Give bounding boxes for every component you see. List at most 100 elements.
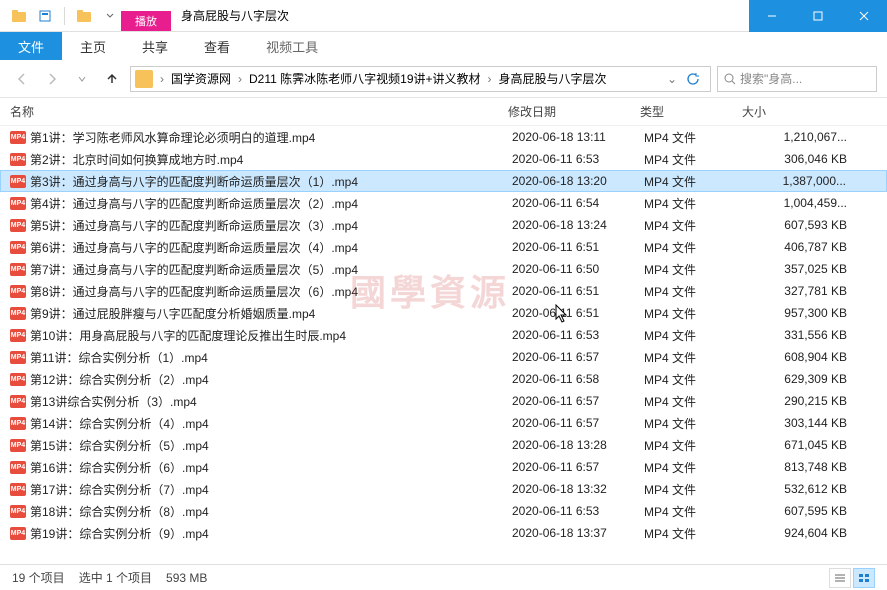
status-selection: 选中 1 个项目 [79, 569, 152, 586]
history-dropdown-icon[interactable]: ⌄ [664, 72, 680, 86]
file-date: 2020-06-18 13:32 [512, 482, 644, 496]
file-row[interactable]: MP4第7讲：通过身高与八字的匹配度判断命运质量层次（5）.mp42020-06… [0, 258, 887, 280]
file-name: 第16讲：综合实例分析（6）.mp4 [30, 459, 512, 476]
file-size: 406,787 KB [746, 240, 887, 254]
file-row[interactable]: MP4第10讲：用身高屁股与八字的匹配度理论反推出生时辰.mp42020-06-… [0, 324, 887, 346]
properties-icon[interactable] [34, 5, 56, 27]
thumbnails-view-button[interactable] [853, 568, 875, 588]
contextual-tab-group: 播放 [121, 0, 171, 31]
file-row[interactable]: MP4第1讲：学习陈老师风水算命理论必须明白的道理.mp42020-06-18 … [0, 126, 887, 148]
back-button[interactable] [10, 67, 34, 91]
file-row[interactable]: MP4第8讲：通过身高与八字的匹配度判断命运质量层次（6）.mp42020-06… [0, 280, 887, 302]
file-date: 2020-06-11 6:51 [512, 284, 644, 298]
file-size: 671,045 KB [746, 438, 887, 452]
file-list[interactable]: MP4第1讲：学习陈老师风水算命理论必须明白的道理.mp42020-06-18 … [0, 126, 887, 544]
file-row[interactable]: MP4第11讲：综合实例分析（1）.mp42020-06-11 6:57MP4 … [0, 346, 887, 368]
contextual-tab-label: 播放 [121, 11, 171, 31]
folder-icon [135, 70, 153, 88]
ribbon-tabs: 文件 主页 共享 查看 视频工具 [0, 32, 887, 60]
file-row[interactable]: MP4第12讲：综合实例分析（2）.mp42020-06-11 6:58MP4 … [0, 368, 887, 390]
up-button[interactable] [100, 67, 124, 91]
maximize-button[interactable] [795, 0, 841, 32]
file-row[interactable]: MP4第17讲：综合实例分析（7）.mp42020-06-18 13:32MP4… [0, 478, 887, 500]
file-type: MP4 文件 [644, 525, 746, 542]
details-view-button[interactable] [829, 568, 851, 588]
mp4-icon: MP4 [10, 307, 26, 320]
file-date: 2020-06-18 13:28 [512, 438, 644, 452]
file-type: MP4 文件 [644, 349, 746, 366]
file-row[interactable]: MP4第19讲：综合实例分析（9）.mp42020-06-18 13:37MP4… [0, 522, 887, 544]
file-row[interactable]: MP4第3讲：通过身高与八字的匹配度判断命运质量层次（1）.mp42020-06… [0, 170, 887, 192]
file-row[interactable]: MP4第5讲：通过身高与八字的匹配度判断命运质量层次（3）.mp42020-06… [0, 214, 887, 236]
file-row[interactable]: MP4第14讲：综合实例分析（4）.mp42020-06-11 6:57MP4 … [0, 412, 887, 434]
file-type: MP4 文件 [644, 459, 746, 476]
status-size: 593 MB [166, 571, 207, 585]
file-type: MP4 文件 [644, 261, 746, 278]
file-row[interactable]: MP4第9讲：通过屁股胖瘦与八字匹配度分析婚姻质量.mp42020-06-11 … [0, 302, 887, 324]
statusbar: 19 个项目 选中 1 个项目 593 MB [0, 564, 887, 590]
tab-file[interactable]: 文件 [0, 32, 62, 60]
file-size: 303,144 KB [746, 416, 887, 430]
tab-share[interactable]: 共享 [124, 32, 186, 60]
file-row[interactable]: MP4第15讲：综合实例分析（5）.mp42020-06-18 13:28MP4… [0, 434, 887, 456]
close-button[interactable] [841, 0, 887, 32]
file-size: 924,604 KB [746, 526, 887, 540]
file-date: 2020-06-11 6:57 [512, 416, 644, 430]
file-size: 331,556 KB [746, 328, 887, 342]
file-name: 第6讲：通过身高与八字的匹配度判断命运质量层次（4）.mp4 [30, 239, 512, 256]
file-row[interactable]: MP4第6讲：通过身高与八字的匹配度判断命运质量层次（4）.mp42020-06… [0, 236, 887, 258]
search-input[interactable]: 搜索"身高... [717, 66, 877, 92]
chevron-right-icon[interactable]: › [485, 72, 495, 86]
mp4-icon: MP4 [10, 483, 26, 496]
file-date: 2020-06-11 6:50 [512, 262, 644, 276]
file-date: 2020-06-11 6:53 [512, 504, 644, 518]
file-row[interactable]: MP4第18讲：综合实例分析（8）.mp42020-06-11 6:53MP4 … [0, 500, 887, 522]
file-size: 1,210,067... [746, 130, 887, 144]
forward-button[interactable] [40, 67, 64, 91]
file-row[interactable]: MP4第16讲：综合实例分析（6）.mp42020-06-11 6:57MP4 … [0, 456, 887, 478]
chevron-right-icon[interactable]: › [235, 72, 245, 86]
tab-home[interactable]: 主页 [62, 32, 124, 60]
recent-dropdown[interactable] [70, 67, 94, 91]
file-name: 第19讲：综合实例分析（9）.mp4 [30, 525, 512, 542]
search-placeholder: 搜索"身高... [740, 70, 802, 87]
mp4-icon: MP4 [10, 461, 26, 474]
content-area: 名称 修改日期 类型 大小 MP4第1讲：学习陈老师风水算命理论必须明白的道理.… [0, 98, 887, 564]
column-name[interactable]: 名称 [10, 103, 508, 120]
breadcrumb-seg-1[interactable]: 国学资源网 [167, 70, 235, 87]
tab-video-tools[interactable]: 视频工具 [248, 32, 336, 60]
search-icon [724, 73, 736, 85]
column-date[interactable]: 修改日期 [508, 103, 640, 120]
file-size: 608,904 KB [746, 350, 887, 364]
file-date: 2020-06-18 13:11 [512, 130, 644, 144]
breadcrumb[interactable]: › 国学资源网 › D211 陈霁冰陈老师八字视频19讲+讲义教材 › 身高屁股… [130, 66, 711, 92]
file-date: 2020-06-18 13:37 [512, 526, 644, 540]
file-row[interactable]: MP4第13讲综合实例分析（3）.mp42020-06-11 6:57MP4 文… [0, 390, 887, 412]
file-name: 第15讲：综合实例分析（5）.mp4 [30, 437, 512, 454]
qat-dropdown-icon[interactable] [99, 5, 121, 27]
file-name: 第12讲：综合实例分析（2）.mp4 [30, 371, 512, 388]
file-name: 第3讲：通过身高与八字的匹配度判断命运质量层次（1）.mp4 [30, 173, 512, 190]
file-row[interactable]: MP4第4讲：通过身高与八字的匹配度判断命运质量层次（2）.mp42020-06… [0, 192, 887, 214]
file-size: 532,612 KB [746, 482, 887, 496]
breadcrumb-seg-2[interactable]: D211 陈霁冰陈老师八字视频19讲+讲义教材 [245, 70, 485, 87]
file-type: MP4 文件 [644, 481, 746, 498]
quick-access-toolbar [0, 0, 121, 31]
mp4-icon: MP4 [10, 175, 26, 188]
file-date: 2020-06-18 13:24 [512, 218, 644, 232]
column-type[interactable]: 类型 [640, 103, 742, 120]
file-type: MP4 文件 [644, 239, 746, 256]
breadcrumb-seg-3[interactable]: 身高屁股与八字层次 [495, 70, 611, 87]
tab-view[interactable]: 查看 [186, 32, 248, 60]
minimize-button[interactable] [749, 0, 795, 32]
file-row[interactable]: MP4第2讲：北京时间如何换算成地方时.mp42020-06-11 6:53MP… [0, 148, 887, 170]
file-size: 813,748 KB [746, 460, 887, 474]
file-type: MP4 文件 [644, 393, 746, 410]
refresh-button[interactable] [680, 72, 706, 86]
file-date: 2020-06-11 6:53 [512, 152, 644, 166]
file-name: 第10讲：用身高屁股与八字的匹配度理论反推出生时辰.mp4 [30, 327, 512, 344]
file-name: 第4讲：通过身高与八字的匹配度判断命运质量层次（2）.mp4 [30, 195, 512, 212]
new-folder-icon[interactable] [73, 5, 95, 27]
column-size[interactable]: 大小 [742, 103, 887, 120]
chevron-right-icon[interactable]: › [157, 72, 167, 86]
